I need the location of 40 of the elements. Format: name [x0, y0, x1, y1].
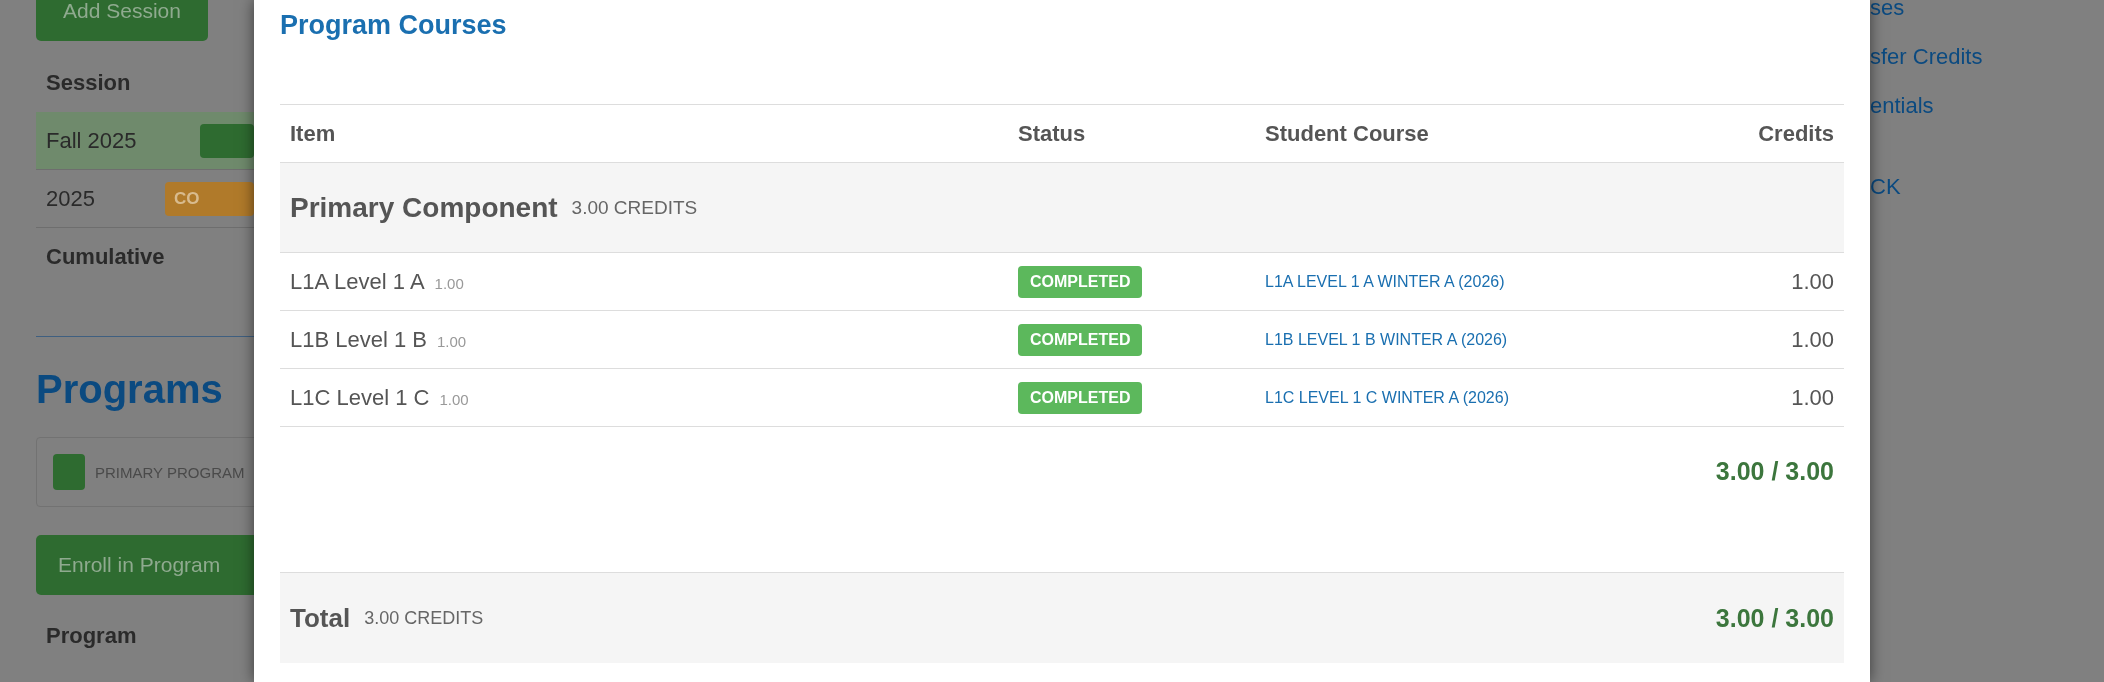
- session-row[interactable]: Fall 2025: [36, 112, 254, 170]
- sidebar-link[interactable]: sfer Credits: [1870, 32, 1983, 81]
- credits-cell-text: 1.00: [1790, 268, 1835, 295]
- subtotal-value: 3.00 / 3.00: [1715, 457, 1834, 486]
- column-header: Status: [1017, 120, 1087, 147]
- student-course-link[interactable]: L1A LEVEL 1 A WINTER A (2026): [1265, 272, 1505, 290]
- item-credits: 1.00: [434, 274, 464, 292]
- cumulative-label: Cumulative: [45, 243, 166, 271]
- modal-title: Program Courses: [280, 9, 507, 41]
- programs-heading: Programs: [36, 366, 224, 413]
- program-color-icon: [53, 454, 85, 490]
- item-name: L1B Level 1 B: [290, 326, 427, 353]
- student-course-link[interactable]: L1B LEVEL 1 B WINTER A (2026): [1265, 330, 1508, 348]
- session-row[interactable]: 2025 CO: [36, 170, 254, 228]
- item-name: L1A Level 1 A: [290, 268, 425, 295]
- student-course-link[interactable]: L1C LEVEL 1 C WINTER A (2026): [1265, 388, 1509, 406]
- credits-cell-text: 1.00: [1790, 384, 1835, 411]
- enroll-button[interactable]: Enroll in Program: [36, 535, 254, 595]
- total-value: 3.00 / 3.00: [1715, 603, 1834, 633]
- status-badge: CO: [165, 181, 254, 216]
- item-name: L1C Level 1 C: [290, 384, 430, 411]
- total-label: Total: [290, 602, 351, 634]
- session-header: Session: [45, 69, 132, 97]
- sidebar-link[interactable]: ses: [1870, 0, 1905, 32]
- column-header: Item: [289, 120, 337, 147]
- item-credits: 1.00: [437, 332, 467, 350]
- item-credits: 1.00: [439, 390, 469, 408]
- status-badge: COMPLETED: [1018, 323, 1143, 356]
- sidebar-link[interactable]: entials: [1870, 81, 1934, 130]
- sidebar-link[interactable]: CK: [1870, 162, 1901, 211]
- group-credits: 3.00 CREDITS: [571, 196, 698, 219]
- column-header: Student Course: [1264, 120, 1430, 147]
- add-session-button[interactable]: Add Session: [36, 0, 208, 41]
- group-name: Primary Component: [290, 191, 558, 224]
- program-header: Program: [45, 622, 138, 650]
- status-badge: COMPLETED: [1018, 265, 1143, 298]
- status-badge: COMPLETED: [1018, 381, 1143, 414]
- total-credits: 3.00 CREDITS: [364, 607, 484, 629]
- column-header: Credits: [1757, 120, 1835, 147]
- credits-cell-text: 1.00: [1790, 326, 1835, 353]
